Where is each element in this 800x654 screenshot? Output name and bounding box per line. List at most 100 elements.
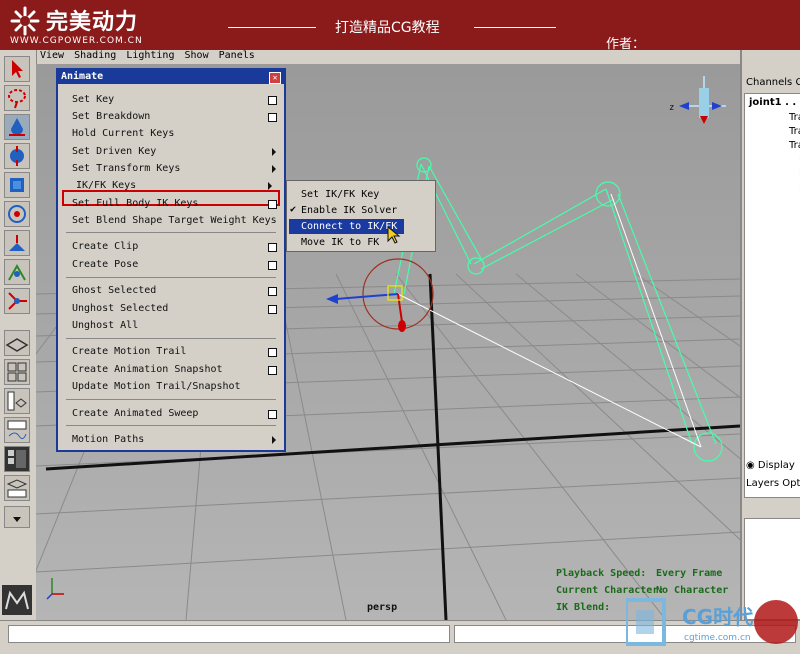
mouse-cursor-icon xyxy=(387,226,401,244)
lasso-tool-icon[interactable] xyxy=(4,85,30,111)
menu-item-set-blend-shape-target-weight-keys[interactable]: Set Blend Shape Target Weight Keys xyxy=(72,215,277,226)
cgtime-logo-icon: CG时代 cgtime.com.cn xyxy=(624,598,798,646)
cgtime-watermark: CG时代 cgtime.com.cn xyxy=(624,592,800,650)
menu-item-set-key[interactable]: Set Key xyxy=(72,94,114,105)
soft-mod-tool-icon[interactable] xyxy=(4,259,30,285)
close-icon[interactable]: ✕ xyxy=(269,72,281,84)
animate-menu-titlebar[interactable]: Animate ✕ xyxy=(58,70,284,84)
outliner-layout-icon[interactable] xyxy=(4,388,30,414)
layout-dropdown-icon[interactable] xyxy=(4,506,30,528)
animate-menu-items: Set Key Set Breakdown Hold Current Keys … xyxy=(58,84,284,450)
submenu-arrow-icon xyxy=(268,182,272,190)
single-pane-layout-icon[interactable] xyxy=(4,330,30,356)
menu-separator xyxy=(66,232,276,233)
option-box-icon[interactable] xyxy=(268,200,277,209)
submenu-arrow-icon xyxy=(272,436,276,444)
hud-playback-speed-value: Every Frame xyxy=(656,568,723,579)
ikfk-keys-submenu: Set IK/FK Key ✔ Enable IK Solver Connect… xyxy=(286,180,436,252)
menu-view[interactable]: View xyxy=(40,50,64,61)
option-box-icon[interactable] xyxy=(268,305,277,314)
menu-separator xyxy=(66,338,276,339)
display-label: Display xyxy=(757,460,795,471)
persp-graph-layout-icon[interactable] xyxy=(4,475,30,501)
animate-menu-title: Animate xyxy=(61,71,104,82)
channel-row[interactable]: Tra xyxy=(789,126,800,137)
menu-shading[interactable]: Shading xyxy=(74,50,116,61)
banner-slogan: 打造精品CG教程 xyxy=(335,20,440,36)
four-pane-layout-icon[interactable] xyxy=(4,359,30,385)
panel-menu-bar: View Shading Lighting Show Panels xyxy=(36,50,740,64)
watermark-url: cgtime.com.cn xyxy=(684,633,751,643)
layers-menu[interactable]: Layers Opt xyxy=(746,478,800,489)
option-box-icon[interactable] xyxy=(268,243,277,252)
toolbox xyxy=(0,50,37,620)
checkmark-icon: ✔ xyxy=(290,204,297,215)
svg-text:z: z xyxy=(669,103,674,113)
rotate-tool-icon[interactable] xyxy=(4,172,30,198)
manipulator-tool-icon[interactable] xyxy=(4,288,30,314)
menu-item-create-animation-snapshot[interactable]: Create Animation Snapshot xyxy=(72,364,223,375)
menu-item-set-transform-keys[interactable]: Set Transform Keys xyxy=(72,163,180,174)
submenu-arrow-icon xyxy=(272,165,276,173)
scale-tool-icon[interactable] xyxy=(4,201,30,227)
option-box-icon[interactable] xyxy=(268,287,277,296)
menu-separator xyxy=(66,425,276,426)
menu-item-motion-paths[interactable]: Motion Paths xyxy=(72,434,144,445)
menu-item-create-motion-trail[interactable]: Create Motion Trail xyxy=(72,346,186,357)
menu-item-create-animated-sweep[interactable]: Create Animated Sweep xyxy=(72,408,198,419)
graph-editor-layout-icon[interactable] xyxy=(4,417,30,443)
move-tool-icon[interactable] xyxy=(4,143,30,169)
menu-item-unghost-selected[interactable]: Unghost Selected xyxy=(72,303,168,314)
paint-select-tool-icon[interactable] xyxy=(4,114,30,140)
channel-box: Channels C joint1 . . . Tra Tra Tra R R … xyxy=(740,50,800,620)
menu-item-unghost-all[interactable]: Unghost All xyxy=(72,320,138,331)
menu-show[interactable]: Show xyxy=(185,50,209,61)
hud-playback-speed-label: Playback Speed: xyxy=(556,568,647,579)
select-tool-icon[interactable] xyxy=(4,56,30,82)
menu-item-connect-to-ikfk[interactable]: Connect to IK/FK xyxy=(301,221,397,232)
menu-item-set-breakdown[interactable]: Set Breakdown xyxy=(72,111,150,122)
channel-list[interactable]: joint1 . . . Tra Tra Tra R R R xyxy=(744,93,800,498)
channels-header[interactable]: Channels C xyxy=(746,77,800,88)
universal-manipulator-icon[interactable] xyxy=(4,230,30,256)
camera-label: persp xyxy=(367,602,398,613)
logo-text: 完美动力 xyxy=(46,10,139,35)
maya-logo-icon xyxy=(2,585,32,615)
logo-url: WWW.CGPOWER.COM.CN xyxy=(10,36,143,46)
animate-menu-window: Animate ✕ Set Key Set Breakdown Hold Cur… xyxy=(56,68,286,452)
menu-lighting[interactable]: Lighting xyxy=(126,50,174,61)
menu-item-set-full-body-ik-keys[interactable]: Set Full Body IK Keys xyxy=(72,198,198,209)
tutorial-banner: 完美动力 WWW.CGPOWER.COM.CN 打造精品CG教程 作者： xyxy=(0,0,800,52)
banner-rule-right xyxy=(474,27,556,28)
submenu-arrow-icon xyxy=(272,148,276,156)
option-box-icon[interactable] xyxy=(268,113,277,122)
menu-item-create-clip[interactable]: Create Clip xyxy=(72,241,138,252)
watermark-text: CG时代 xyxy=(682,605,753,629)
menu-item-enable-ik-solver[interactable]: Enable IK Solver xyxy=(301,205,397,216)
menu-item-ikfk-keys[interactable]: IK/FK Keys xyxy=(76,180,136,191)
menu-item-hold-current-keys[interactable]: Hold Current Keys xyxy=(72,128,174,139)
menu-item-update-motion-trail-snapshot[interactable]: Update Motion Trail/Snapshot xyxy=(72,381,241,392)
command-line-input[interactable] xyxy=(8,625,450,643)
hypershade-layout-icon[interactable] xyxy=(4,446,30,472)
menu-separator xyxy=(66,399,276,400)
menu-item-set-ikfk-key[interactable]: Set IK/FK Key xyxy=(301,189,379,200)
menu-item-ghost-selected[interactable]: Ghost Selected xyxy=(72,285,156,296)
banner-rule-left xyxy=(228,27,316,28)
channel-row[interactable]: Tra xyxy=(789,112,800,123)
logo-icon xyxy=(10,6,40,36)
menu-item-move-ik-to-fk[interactable]: Move IK to FK xyxy=(301,237,379,248)
option-box-icon[interactable] xyxy=(268,366,277,375)
hud-ik-blend-label: IK Blend: xyxy=(556,602,611,613)
option-box-icon[interactable] xyxy=(268,410,277,419)
channel-object-name[interactable]: joint1 . . . xyxy=(749,97,800,108)
menu-panels[interactable]: Panels xyxy=(219,50,255,61)
menu-separator xyxy=(66,277,276,278)
menu-item-set-driven-key[interactable]: Set Driven Key xyxy=(72,146,156,157)
channel-row[interactable]: Tra xyxy=(789,140,800,151)
option-box-icon[interactable] xyxy=(268,261,277,270)
option-box-icon[interactable] xyxy=(268,348,277,357)
display-layer-radio[interactable]: ◉ Display xyxy=(746,460,795,471)
menu-item-create-pose[interactable]: Create Pose xyxy=(72,259,138,270)
option-box-icon[interactable] xyxy=(268,96,277,105)
